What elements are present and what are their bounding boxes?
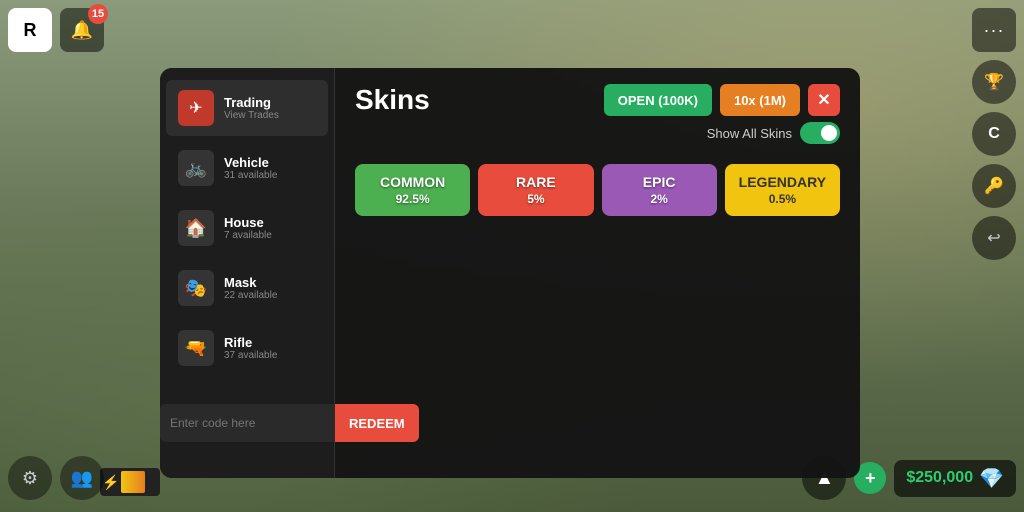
trading-title: Trading [224,95,279,110]
c-icon[interactable]: C [972,112,1016,156]
mask-title: Mask [224,275,277,290]
mask-icon: 🎭 [178,270,214,306]
redeem-button[interactable]: REDEEM [335,404,419,442]
sidebar-item-rifle[interactable]: 🔫 Rifle 37 available [166,320,328,376]
rifle-title: Rifle [224,335,277,350]
rarity-common-button[interactable]: COMMON 92.5% [355,164,470,216]
house-sub: 7 available [224,230,272,241]
right-icon-panel: 🏆 C 🔑 ↩ [972,60,1016,260]
epic-label: EPIC [643,174,676,190]
bell-icon: 🔔 [71,20,93,41]
menu-button[interactable]: ··· [972,8,1016,52]
close-button[interactable]: ✕ [808,84,840,116]
header-controls: OPEN (100K) 10x (1M) ✕ Show All Skins [604,84,840,144]
vehicle-sub: 31 available [224,170,277,181]
vehicle-icon: 🚲 [178,150,214,186]
back-icon[interactable]: ↩ [972,216,1016,260]
sidebar-item-mask[interactable]: 🎭 Mask 22 available [166,260,328,316]
common-pct: 92.5% [396,192,430,206]
notification-badge: 15 [88,4,108,24]
players-icon[interactable]: 👥 [60,456,104,500]
legendary-pct: 0.5% [769,192,796,206]
rifle-icon: 🔫 [178,330,214,366]
notification-icon[interactable]: 🔔 15 [60,8,104,52]
currency-display: $250,000 💎 [894,460,1016,497]
settings-icon[interactable]: ⚙ [8,456,52,500]
rarity-epic-button[interactable]: EPIC 2% [602,164,717,216]
common-label: COMMON [380,174,445,190]
rarity-rare-button[interactable]: RARE 5% [478,164,593,216]
epic-pct: 2% [650,192,667,206]
currency-icon: 💎 [979,466,1004,491]
code-bar: REDEEM [160,404,335,444]
rare-label: RARE [516,174,556,190]
trading-sub: View Trades [224,110,279,121]
sidebar-item-house[interactable]: 🏠 House 7 available [166,200,328,256]
header-buttons: OPEN (100K) 10x (1M) ✕ [604,84,840,116]
rarity-buttons: COMMON 92.5% RARE 5% EPIC 2% LEGENDARY 0… [355,164,840,216]
trophy-icon[interactable]: 🏆 [972,60,1016,104]
roblox-icon[interactable]: R [8,8,52,52]
lightning-fill [121,471,145,493]
rifle-sub: 37 available [224,350,277,361]
skins-content-area [355,216,840,462]
code-input[interactable] [160,404,335,442]
show-all-label: Show All Skins [707,126,792,141]
key-icon[interactable]: 🔑 [972,164,1016,208]
house-icon: 🏠 [178,210,214,246]
bottom-left-icons: ⚙ 👥 [8,456,104,500]
sidebar-item-vehicle[interactable]: 🚲 Vehicle 31 available [166,140,328,196]
lightning-bar: ⚡ [100,468,160,496]
rare-pct: 5% [527,192,544,206]
show-all-toggle[interactable] [800,122,840,144]
show-all-row: Show All Skins [707,122,840,144]
trading-icon: ✈ [178,90,214,126]
open-button[interactable]: OPEN (100K) [604,84,712,116]
legendary-label: LEGENDARY [739,174,826,190]
modal-title: Skins [355,84,430,116]
vehicle-title: Vehicle [224,155,277,170]
house-title: House [224,215,272,230]
rarity-legendary-button[interactable]: LEGENDARY 0.5% [725,164,840,216]
lightning-icon: ⚡ [102,474,119,491]
open-10x-button[interactable]: 10x (1M) [720,84,800,116]
modal-header: Skins OPEN (100K) 10x (1M) ✕ Show All Sk… [355,84,840,144]
currency-value: $250,000 [906,469,973,487]
mask-sub: 22 available [224,290,277,301]
sidebar-item-trading[interactable]: ✈ Trading View Trades [166,80,328,136]
